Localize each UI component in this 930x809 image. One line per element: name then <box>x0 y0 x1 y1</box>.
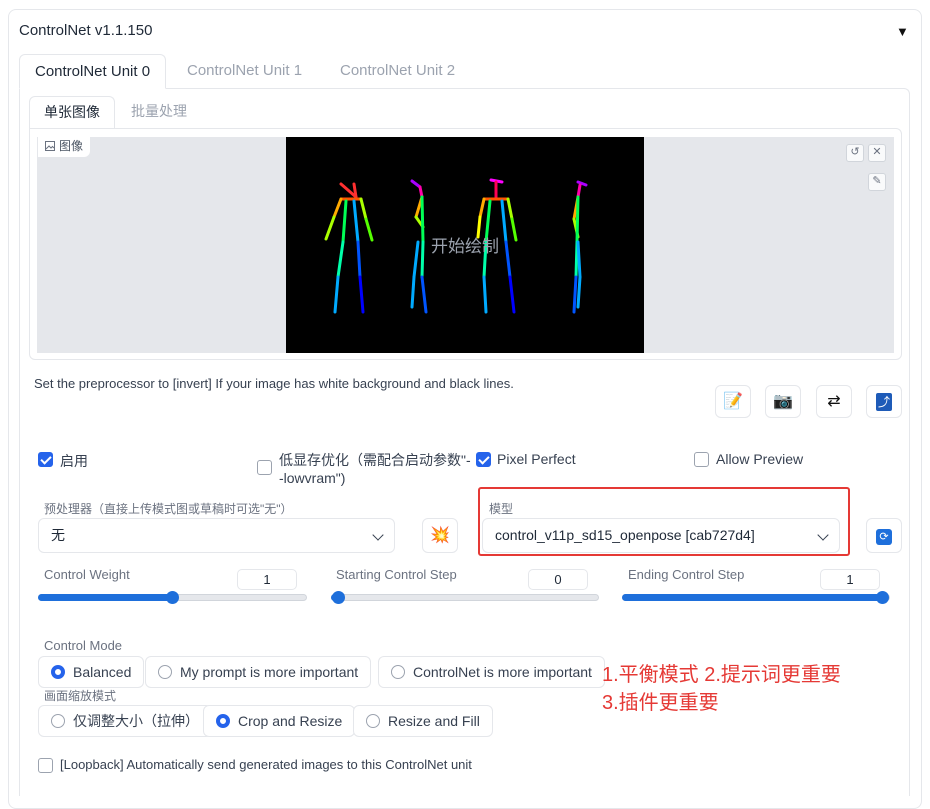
mode-prompt-radio[interactable]: My prompt is more important <box>145 656 372 688</box>
starting-step-thumb[interactable] <box>332 591 345 604</box>
lowvram-checkbox[interactable] <box>257 460 272 475</box>
control-weight-slider[interactable] <box>38 591 307 604</box>
starting-step-label: Starting Control Step <box>336 567 457 582</box>
loopback-checkbox[interactable] <box>38 758 53 773</box>
model-select[interactable]: control_v11p_sd15_openpose [cab727d4] <box>482 518 840 553</box>
camera-icon[interactable]: 📷 <box>765 385 801 418</box>
tab-unit-2[interactable]: ControlNet Unit 2 <box>325 54 470 89</box>
control-weight-thumb[interactable] <box>166 591 179 604</box>
mode-controlnet-radio[interactable]: ControlNet is more important <box>378 656 605 688</box>
edit-icon[interactable]: 📝 <box>715 385 751 418</box>
ending-step-slider[interactable] <box>622 591 890 604</box>
resize-stretch-radio[interactable]: 仅调整大小（拉伸） <box>38 705 212 737</box>
annotation-line-1: 1.平衡模式 2.提示词更重要 <box>602 664 841 686</box>
pose-canvas[interactable]: 开始绘制 <box>286 137 644 353</box>
ending-step-input[interactable]: 1 <box>820 569 880 590</box>
allow-preview-label: Allow Preview <box>716 451 804 467</box>
loopback-label: [Loopback] Automatically send generated … <box>60 757 472 772</box>
control-weight-input[interactable]: 1 <box>237 569 297 590</box>
canvas-start-drawing: 开始绘制 <box>431 237 499 256</box>
resize-mode-label: 画面缩放模式 <box>44 689 117 703</box>
refresh-icon[interactable]: ⟳ <box>866 518 902 553</box>
enable-label: 启用 <box>60 453 88 469</box>
collapse-icon[interactable]: ▼ <box>896 24 909 39</box>
tab-single-image[interactable]: 单张图像 <box>29 96 115 129</box>
swap-icon[interactable]: ⇄ <box>816 385 852 418</box>
run-preprocessor-icon[interactable]: 💥 <box>422 518 458 553</box>
brush-icon[interactable]: ✎ <box>868 173 886 191</box>
undo-icon[interactable]: ↺ <box>846 144 864 162</box>
pixel-perfect-label: Pixel Perfect <box>497 451 576 467</box>
mode-balanced-radio[interactable]: Balanced <box>38 656 145 688</box>
control-mode-label: Control Mode <box>44 638 123 653</box>
ending-step-label: Ending Control Step <box>628 567 745 582</box>
ending-step-thumb[interactable] <box>876 591 889 604</box>
preprocessor-label: 预处理器（直接上传模式图或草稿时可选"无"） <box>44 502 293 516</box>
starting-step-slider[interactable] <box>331 591 599 604</box>
close-icon[interactable]: ✕ <box>868 144 886 162</box>
tab-unit-1[interactable]: ControlNet Unit 1 <box>172 54 317 89</box>
control-weight-fill <box>38 594 172 601</box>
model-label: 模型 <box>489 502 514 516</box>
allow-preview-checkbox[interactable] <box>694 452 709 467</box>
resize-crop-radio[interactable]: Crop and Resize <box>203 705 356 737</box>
enable-checkbox[interactable] <box>38 452 53 467</box>
ending-step-fill <box>622 594 882 601</box>
image-icon <box>45 141 55 151</box>
tab-batch[interactable]: 批量处理 <box>117 96 201 129</box>
control-weight-label: Control Weight <box>44 567 130 582</box>
resize-fill-radio[interactable]: Resize and Fill <box>353 705 493 737</box>
pixel-perfect-checkbox[interactable] <box>476 452 491 467</box>
preprocessor-select[interactable]: 无 <box>38 518 395 553</box>
send-icon[interactable]: ⤴ <box>866 385 902 418</box>
panel-title: ControlNet v1.1.150 <box>19 22 153 39</box>
image-label: 图像 <box>38 137 91 157</box>
tab-unit-0[interactable]: ControlNet Unit 0 <box>19 54 167 89</box>
invert-hint: Set the preprocessor to [invert] If your… <box>34 376 514 391</box>
starting-step-input[interactable]: 0 <box>528 569 588 590</box>
lowvram-label: 低显存优化（需配合启动参数"- -lowvram") <box>279 452 471 486</box>
annotation-line-2: 3.插件更重要 <box>602 692 719 714</box>
